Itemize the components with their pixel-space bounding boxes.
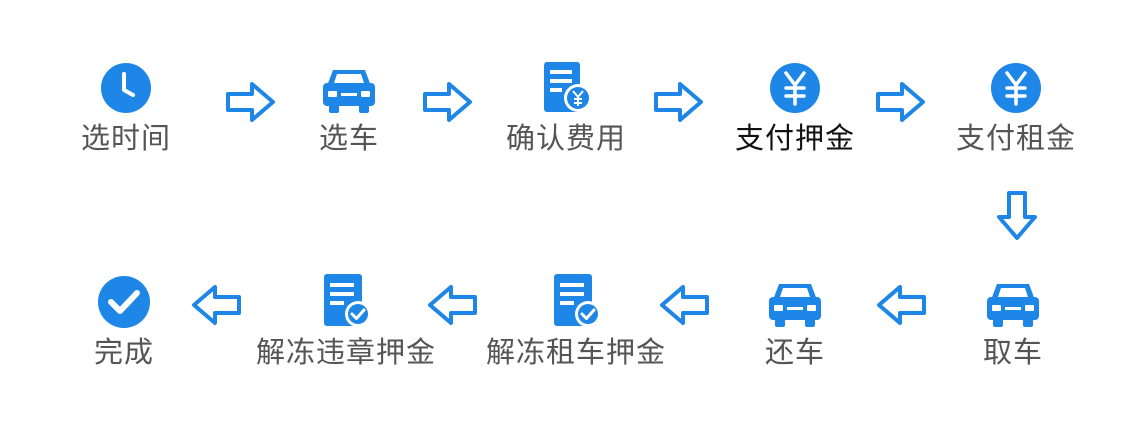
step-unfreeze-violation-deposit: 解冻违章押金 xyxy=(246,272,446,370)
step-return-car: 还车 xyxy=(695,272,895,370)
step-label: 完成 xyxy=(93,335,154,369)
step-label: 选车 xyxy=(318,121,379,155)
document-check-icon xyxy=(554,274,601,327)
document-check-icon xyxy=(324,274,371,327)
step-label: 选时间 xyxy=(80,121,171,155)
step-label: 取车 xyxy=(982,335,1043,369)
step-pick-up-car: 取车 xyxy=(913,272,1113,370)
step-select-car: 选车 xyxy=(249,58,449,156)
car-icon xyxy=(769,284,821,327)
step-complete: 完成 xyxy=(24,272,224,370)
step-pay-rent: 支付租金 xyxy=(916,58,1116,156)
clock-icon xyxy=(101,63,151,113)
car-icon xyxy=(987,284,1039,327)
step-label: 确认费用 xyxy=(505,121,626,155)
bill-yuan-icon xyxy=(544,62,592,112)
check-circle-icon xyxy=(98,276,150,328)
step-label: 支付租金 xyxy=(955,121,1076,155)
arrow-down-icon xyxy=(995,190,1039,242)
yuan-coin-icon xyxy=(770,63,820,113)
step-label: 解冻违章押金 xyxy=(255,335,436,369)
step-label: 支付押金 xyxy=(734,121,855,155)
car-icon xyxy=(323,70,375,113)
step-unfreeze-rental-deposit: 解冻租车押金 xyxy=(476,272,676,370)
yuan-coin-icon xyxy=(991,63,1041,113)
step-pay-deposit: 支付押金 xyxy=(695,58,895,156)
step-confirm-fee: 确认费用 xyxy=(466,58,666,156)
step-select-time: 选时间 xyxy=(26,58,226,156)
step-label: 还车 xyxy=(764,335,825,369)
step-label: 解冻租车押金 xyxy=(485,335,666,369)
